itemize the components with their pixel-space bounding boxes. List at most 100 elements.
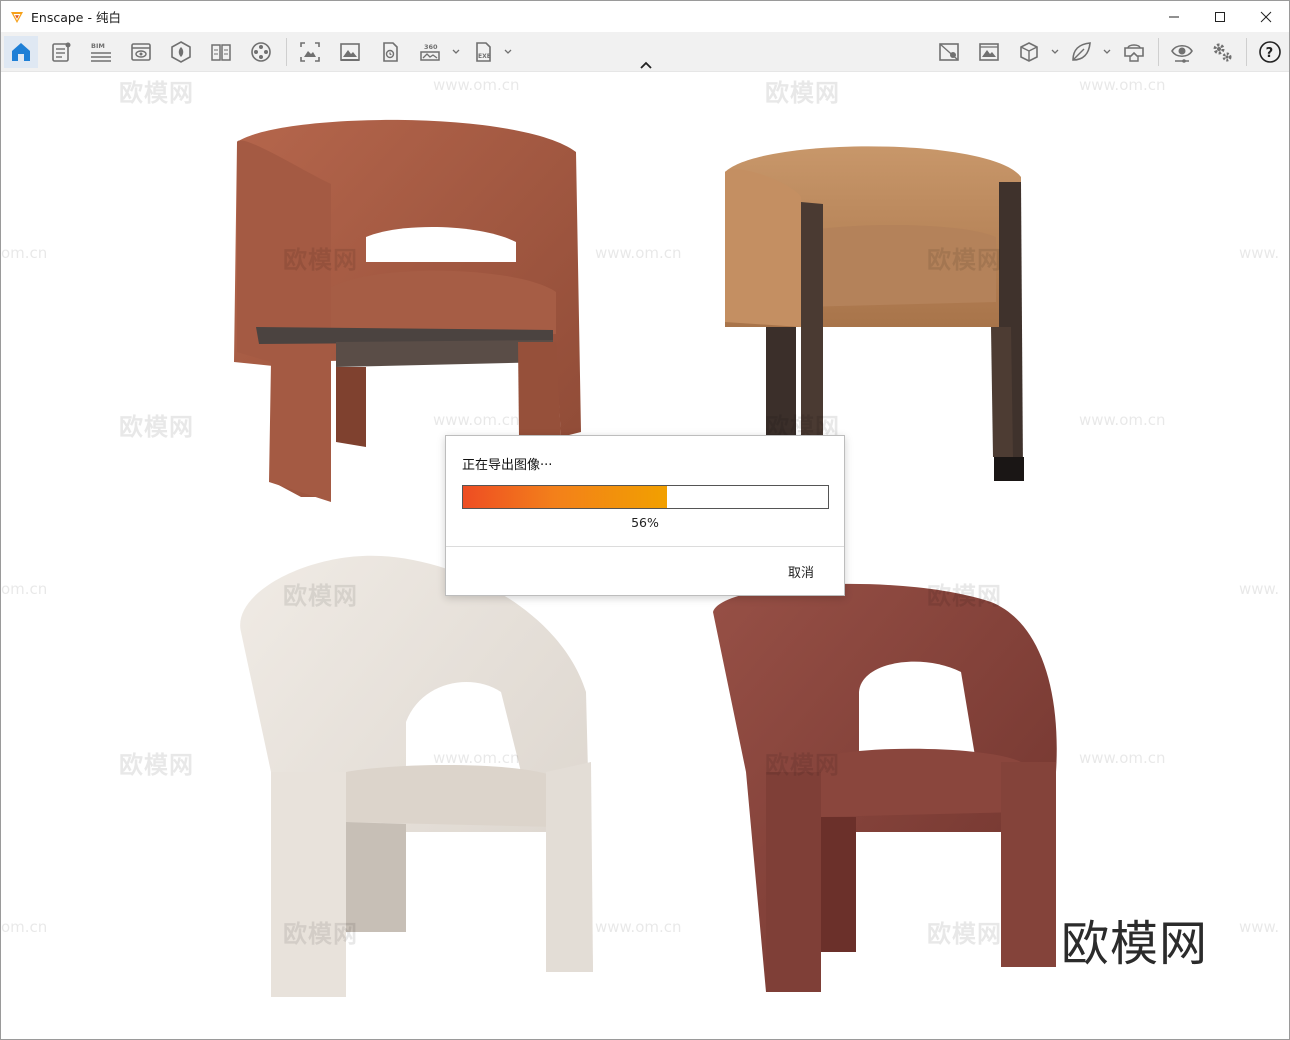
main-toolbar: BIM 360 EXE ? bbox=[1, 32, 1289, 72]
export-progress-dialog: 正在导出图像··· 56% 取消 bbox=[445, 435, 845, 596]
watermark-url: www. bbox=[1239, 580, 1280, 598]
maximize-button[interactable] bbox=[1197, 1, 1243, 32]
watermark-text: 欧模网 bbox=[765, 751, 840, 779]
render-image-button[interactable] bbox=[972, 36, 1006, 68]
watermark-text: 欧模网 bbox=[283, 582, 358, 610]
cancel-button[interactable]: 取消 bbox=[788, 562, 814, 581]
watermark-url: om.cn bbox=[1, 580, 48, 598]
atmosphere-button[interactable] bbox=[932, 36, 966, 68]
bim-label: BIM bbox=[91, 42, 105, 50]
watermark-url: www. bbox=[1239, 918, 1280, 936]
watermark-url: www.om.cn bbox=[595, 244, 682, 262]
toolbar-separator bbox=[1158, 38, 1159, 66]
render-image-icon bbox=[979, 43, 999, 61]
toolbar-separator bbox=[1246, 38, 1247, 66]
watermark-url: om.cn bbox=[1, 918, 48, 936]
panorama-dropdown-icon[interactable] bbox=[451, 46, 461, 56]
material-book-button[interactable] bbox=[204, 36, 238, 68]
panorama-360-icon: 360 bbox=[420, 43, 440, 61]
cube-view-icon bbox=[1020, 42, 1038, 62]
progress-percentage: 56% bbox=[631, 515, 659, 530]
vegetation-button[interactable] bbox=[1064, 36, 1098, 68]
minimize-icon bbox=[1169, 16, 1179, 17]
app-name: Enscape bbox=[31, 10, 84, 25]
panorama-button[interactable]: 360 bbox=[413, 36, 447, 68]
watermark-text: 欧模网 bbox=[927, 246, 1002, 274]
watermark-url: www.om.cn bbox=[433, 76, 520, 94]
watermark-url: www.om.cn bbox=[433, 411, 520, 429]
watermark-url: www.om.cn bbox=[1079, 76, 1166, 94]
watermark-text: 欧模网 bbox=[927, 582, 1002, 610]
home-icon bbox=[12, 43, 30, 61]
cube-view-button[interactable] bbox=[1012, 36, 1046, 68]
watermark-text: 欧模网 bbox=[119, 751, 194, 779]
export-dropdown-icon[interactable] bbox=[503, 46, 513, 56]
toolbar-separator bbox=[286, 38, 287, 66]
panorama-label: 360 bbox=[424, 43, 438, 51]
minimize-button[interactable] bbox=[1151, 1, 1197, 32]
maximize-icon bbox=[1215, 11, 1225, 22]
vr-button[interactable] bbox=[1117, 36, 1151, 68]
vegetation-dropdown-icon[interactable] bbox=[1102, 46, 1112, 56]
watermark-text: 欧模网 bbox=[283, 920, 358, 948]
title-separator: - bbox=[83, 10, 96, 25]
export-exe-icon: EXE bbox=[476, 42, 491, 62]
watermark-url: www. bbox=[1239, 244, 1280, 262]
title-bar: Enscape - 纯白 bbox=[1, 1, 1289, 32]
help-icon: ? bbox=[1259, 41, 1281, 63]
watermark-url: www.om.cn bbox=[595, 918, 682, 936]
close-button[interactable] bbox=[1243, 1, 1289, 32]
export-exe-button[interactable]: EXE bbox=[466, 36, 500, 68]
notes-icon bbox=[52, 42, 71, 62]
exe-label: EXE bbox=[478, 53, 491, 60]
batch-render-icon bbox=[340, 43, 360, 61]
watermark-text: 欧模网 bbox=[119, 79, 194, 107]
watermark-url: www.om.cn bbox=[1079, 749, 1166, 767]
watermark-url: www.om.cn bbox=[1079, 411, 1166, 429]
general-settings-icon bbox=[1213, 43, 1232, 62]
dialog-divider bbox=[446, 546, 844, 547]
render-settings-icon bbox=[383, 42, 398, 62]
material-book-icon bbox=[211, 44, 231, 61]
enscape-window: Enscape - 纯白 BIM 360 EXE ? 欧模网 www.om.cn… bbox=[0, 0, 1290, 1040]
watermark-url: om.cn bbox=[1, 244, 48, 262]
watermark-url: www.om.cn bbox=[433, 749, 520, 767]
collapse-toolbar-icon[interactable] bbox=[638, 60, 654, 70]
render-settings-button[interactable] bbox=[373, 36, 407, 68]
watermark-text: 欧模网 bbox=[765, 79, 840, 107]
bim-icon: BIM bbox=[91, 42, 111, 62]
help-button[interactable]: ? bbox=[1253, 36, 1287, 68]
progress-bar-fill bbox=[463, 486, 668, 508]
window-controls bbox=[1151, 1, 1289, 32]
video-editor-icon bbox=[251, 42, 271, 62]
watermark-text: 欧模网 bbox=[119, 413, 194, 441]
watermark-text: 欧模网 bbox=[927, 920, 1002, 948]
views-icon bbox=[131, 43, 151, 61]
vr-headset-icon bbox=[1124, 44, 1144, 62]
enscape-logo-icon bbox=[11, 11, 23, 23]
window-title: Enscape - 纯白 bbox=[31, 7, 121, 26]
watermark-text: 欧模网 bbox=[283, 246, 358, 274]
general-settings-button[interactable] bbox=[1205, 36, 1239, 68]
screenshot-icon bbox=[300, 42, 320, 62]
visual-settings-button[interactable] bbox=[1165, 36, 1199, 68]
screenshot-button[interactable] bbox=[293, 36, 327, 68]
site-logo: 欧模网 bbox=[1061, 916, 1209, 972]
home-button[interactable] bbox=[4, 36, 38, 68]
help-label: ? bbox=[1266, 46, 1274, 61]
video-editor-button[interactable] bbox=[244, 36, 278, 68]
bim-button[interactable]: BIM bbox=[84, 36, 118, 68]
document-name: 纯白 bbox=[95, 10, 121, 25]
views-button[interactable] bbox=[124, 36, 158, 68]
dialog-title: 正在导出图像··· bbox=[462, 458, 553, 473]
asset-library-button[interactable] bbox=[164, 36, 198, 68]
leaf-icon bbox=[1072, 42, 1091, 61]
batch-render-button[interactable] bbox=[333, 36, 367, 68]
close-icon bbox=[1260, 11, 1272, 22]
notes-button[interactable] bbox=[44, 36, 78, 68]
atmosphere-icon bbox=[939, 43, 959, 61]
cube-dropdown-icon[interactable] bbox=[1050, 46, 1060, 56]
visual-settings-icon bbox=[1171, 44, 1193, 63]
chair-maroon-velvet bbox=[713, 583, 1057, 992]
progress-bar bbox=[462, 485, 829, 509]
